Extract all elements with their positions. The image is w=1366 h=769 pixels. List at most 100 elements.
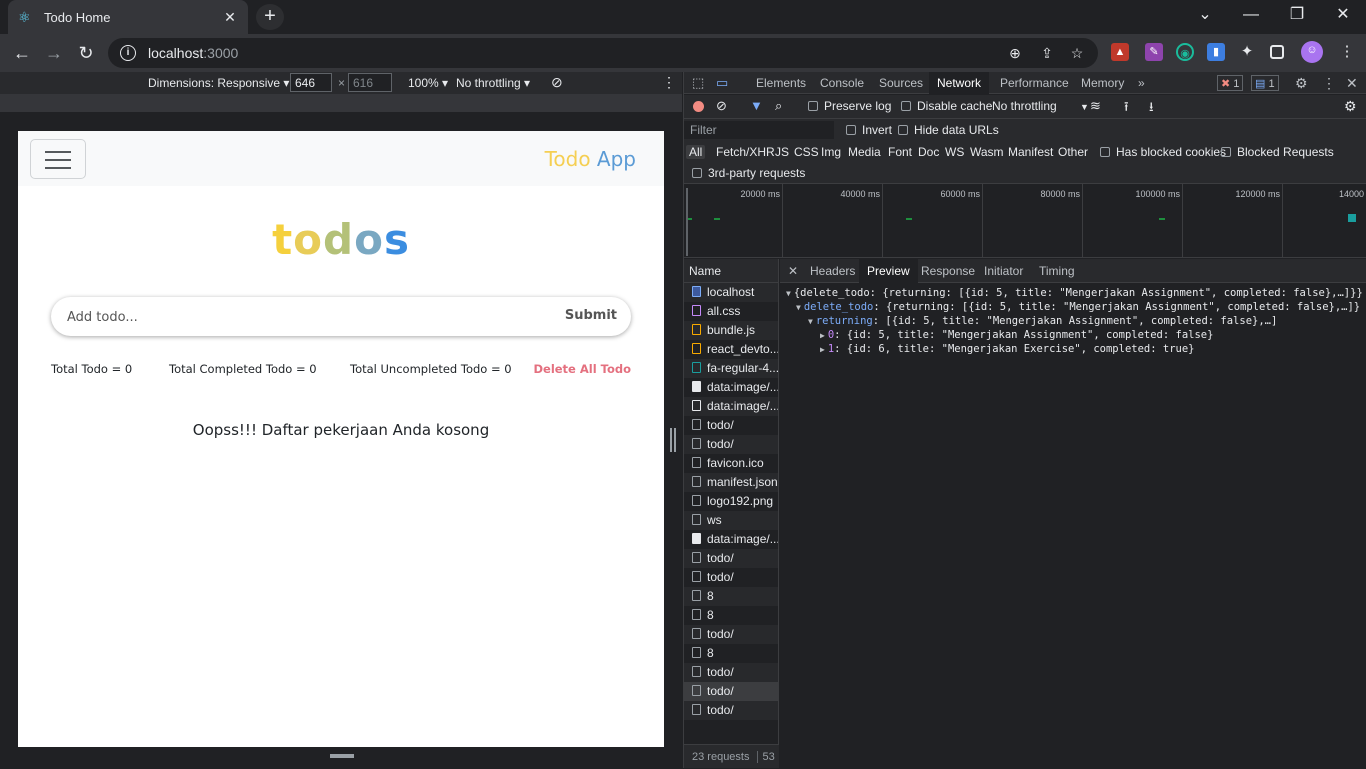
address-bar[interactable]: i localhost:3000 ⊕ ⇪ ☆ [108, 38, 1098, 68]
json-delete-todo-line[interactable]: ▼ delete_todo: {returning: [{id: 5, title… [796, 301, 1360, 313]
json-item-0-line[interactable]: ▶ 0: {id: 5, title: "Mengerjakan Assignme… [820, 329, 1213, 341]
type-css[interactable]: CSS [794, 145, 819, 159]
filter-input[interactable]: Filter [684, 121, 834, 139]
request-row[interactable]: todo/ [684, 435, 778, 454]
hamburger-menu-button[interactable] [30, 139, 86, 179]
request-row[interactable]: data:image/... [684, 378, 778, 397]
type-fetch-xhr[interactable]: Fetch/XHR [716, 145, 775, 159]
request-row[interactable]: favicon.ico [684, 454, 778, 473]
close-window-button[interactable]: ✕ [1320, 0, 1366, 32]
json-returning-line[interactable]: ▼ returning: [{id: 5, title: "Mengerjakan… [808, 315, 1277, 327]
zoom-dropdown[interactable]: 100% ▾ [408, 76, 448, 90]
tab-preview[interactable]: Preview [859, 259, 918, 283]
viewport-width-input[interactable]: 646 [290, 73, 332, 92]
record-icon[interactable] [693, 101, 704, 112]
tab-memory[interactable]: Memory [1081, 72, 1124, 94]
device-more-icon[interactable]: ⋮ [662, 74, 676, 91]
zoom-icon[interactable]: ⊕ [1006, 45, 1024, 63]
request-row[interactable]: ws [684, 511, 778, 530]
rotate-icon[interactable]: ⊘ [551, 74, 563, 91]
blocked-requests-checkbox[interactable]: Blocked Requests [1221, 145, 1334, 159]
disable-cache-checkbox[interactable]: Disable cache [901, 99, 992, 113]
error-badge[interactable]: ✖ 1 [1217, 75, 1244, 91]
more-tabs-icon[interactable]: » [1138, 72, 1145, 94]
request-row[interactable]: 8 [684, 606, 778, 625]
has-blocked-cookies-checkbox[interactable]: Has blocked cookies [1100, 145, 1226, 159]
request-row[interactable]: todo/ [684, 701, 778, 720]
type-wasm[interactable]: Wasm [970, 145, 1004, 159]
type-js[interactable]: JS [775, 145, 789, 159]
name-column-header[interactable]: Name [684, 259, 778, 283]
expand-arrow-icon[interactable]: ▼ [786, 289, 791, 298]
submit-button[interactable]: Submit [565, 308, 617, 323]
request-row[interactable]: todo/ [684, 568, 778, 587]
extension-3-icon[interactable]: ◉ [1176, 43, 1194, 61]
inspect-element-icon[interactable]: ⬚ [692, 72, 704, 94]
type-other[interactable]: Other [1058, 145, 1088, 159]
device-toggle-icon[interactable]: ▭ [716, 72, 728, 94]
third-party-checkbox[interactable]: 3rd-party requests [692, 166, 805, 180]
extensions-puzzle-icon[interactable]: ✦ [1238, 43, 1256, 61]
json-item-1-line[interactable]: ▶ 1: {id: 6, title: "Mengerjakan Exercise… [820, 343, 1194, 355]
devtools-more-icon[interactable]: ⋮ [1322, 72, 1336, 94]
tab-elements[interactable]: Elements [756, 72, 806, 94]
tab-sources[interactable]: Sources [879, 72, 923, 94]
devtools-close-icon[interactable]: ✕ [1346, 72, 1358, 94]
browser-tab[interactable]: ⚛ Todo Home ✕ [8, 0, 248, 34]
type-font[interactable]: Font [888, 145, 912, 159]
request-row[interactable]: todo/ [684, 549, 778, 568]
request-row[interactable]: localhost [684, 283, 778, 302]
devtools-settings-icon[interactable]: ⚙ [1295, 72, 1308, 94]
preserve-log-checkbox[interactable]: Preserve log [808, 99, 891, 113]
type-media[interactable]: Media [848, 145, 881, 159]
tab-performance[interactable]: Performance [1000, 72, 1069, 94]
resize-handle-right[interactable] [670, 428, 676, 452]
collapse-arrow-icon[interactable]: ▶ [820, 331, 825, 340]
bookmark-star-icon[interactable]: ☆ [1068, 45, 1086, 63]
share-icon[interactable]: ⇪ [1038, 45, 1056, 63]
request-row[interactable]: data:image/... [684, 530, 778, 549]
message-badge[interactable]: ▤ 1 [1251, 75, 1279, 91]
request-row[interactable]: todo/ [684, 416, 778, 435]
network-settings-icon[interactable]: ⚙ [1344, 98, 1357, 115]
side-panel-icon[interactable] [1270, 45, 1284, 59]
extension-4-icon[interactable]: ▮ [1207, 43, 1225, 61]
hide-data-urls-checkbox[interactable]: Hide data URLs [898, 123, 999, 137]
invert-checkbox[interactable]: Invert [846, 123, 892, 137]
type-all[interactable]: All [686, 145, 706, 159]
import-har-icon[interactable]: ⭱ [1124, 98, 1129, 120]
viewport-height-input[interactable]: 616 [348, 73, 392, 92]
type-doc[interactable]: Doc [918, 145, 939, 159]
request-row[interactable]: data:image/... [684, 397, 778, 416]
tab-network[interactable]: Network [929, 72, 990, 94]
tab-search-icon[interactable]: ⌄ [1182, 0, 1228, 32]
restore-button[interactable]: ❐ [1274, 0, 1320, 32]
dimensions-dropdown[interactable]: Dimensions: Responsive ▾ [148, 76, 289, 90]
tab-console[interactable]: Console [820, 72, 864, 94]
request-row[interactable]: fa-regular-4... [684, 359, 778, 378]
tab-timing[interactable]: Timing [1039, 259, 1075, 283]
request-row[interactable]: logo192.png [684, 492, 778, 511]
profile-avatar[interactable]: ☺ [1301, 41, 1323, 63]
back-icon[interactable]: ← [9, 40, 35, 66]
new-tab-button[interactable]: + [256, 4, 284, 30]
site-info-icon[interactable]: i [120, 45, 136, 61]
type-manifest[interactable]: Manifest [1008, 145, 1053, 159]
request-row[interactable]: manifest.json [684, 473, 778, 492]
filter-icon[interactable]: ▼ [750, 98, 763, 113]
resize-handle-bottom[interactable] [330, 754, 354, 758]
throttling-dropdown[interactable]: No throttling ▾ [456, 76, 530, 90]
request-row[interactable]: all.css [684, 302, 778, 321]
tab-response[interactable]: Response [921, 259, 975, 283]
request-row[interactable]: bundle.js [684, 321, 778, 340]
network-conditions-icon[interactable]: ≋ [1090, 98, 1101, 114]
delete-all-button[interactable]: Delete All Todo [533, 362, 631, 376]
collapse-arrow-icon[interactable]: ▶ [820, 345, 825, 354]
search-icon[interactable]: ⌕ [775, 98, 782, 114]
browser-menu-icon[interactable]: ⋮ [1338, 43, 1356, 61]
expand-arrow-icon[interactable]: ▼ [808, 317, 813, 326]
tab-headers[interactable]: Headers [810, 259, 855, 283]
clear-icon[interactable]: ⊘ [716, 98, 727, 114]
add-todo-input[interactable] [67, 307, 527, 327]
request-row[interactable]: react_devto... [684, 340, 778, 359]
